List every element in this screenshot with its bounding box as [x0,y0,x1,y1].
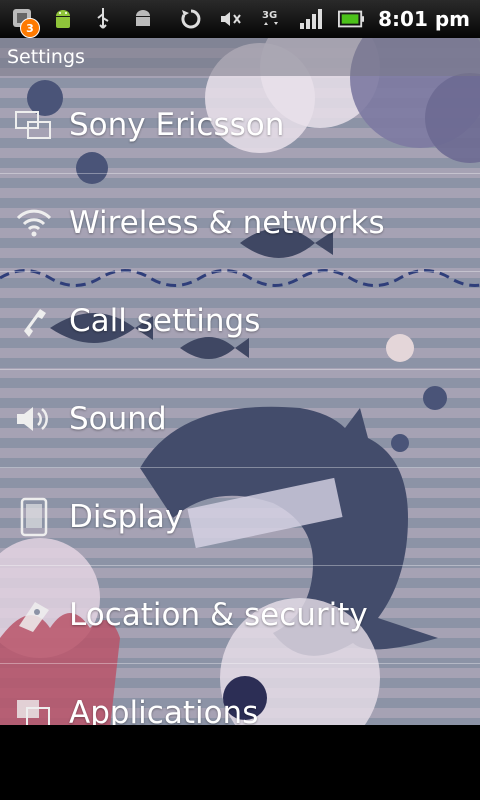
settings-item-applications[interactable]: Applications [0,664,480,725]
phone-icon [14,301,54,341]
status-bar: 3 3G 8:01 pm [0,0,480,38]
settings-item-call-settings[interactable]: Call settings [0,272,480,370]
settings-screen: Settings Sony Ericsson Wireless & networ… [0,38,480,725]
settings-item-location-security[interactable]: Location & security [0,566,480,664]
debug-icon [130,6,156,32]
sony-ericsson-icon [14,105,54,145]
settings-item-display[interactable]: Display [0,468,480,566]
clock: 8:01 pm [378,7,470,31]
android-icon [50,6,76,32]
settings-item-label: Display [69,498,184,535]
bottom-area [0,725,480,800]
settings-item-label: Location & security [69,596,368,633]
applications-icon [14,693,54,725]
settings-item-label: Applications [69,694,259,726]
battery-icon [338,6,365,32]
usb-icon [90,6,116,32]
notification-icon[interactable]: 3 [10,6,40,38]
sync-icon [178,6,204,32]
mute-icon [218,6,244,32]
signal-icon [298,6,324,32]
page-title: Settings [0,38,480,76]
wifi-icon [14,203,54,243]
settings-item-sony-ericsson[interactable]: Sony Ericsson [0,76,480,174]
settings-item-label: Wireless & networks [69,204,385,241]
display-icon [14,497,54,537]
3g-icon: 3G [258,6,284,32]
notification-count-badge: 3 [20,18,40,38]
settings-item-label: Sony Ericsson [69,106,285,143]
settings-list: Sony Ericsson Wireless & networks Call s… [0,76,480,725]
settings-item-sound[interactable]: Sound [0,370,480,468]
settings-item-wireless-networks[interactable]: Wireless & networks [0,174,480,272]
svg-text:3G: 3G [262,10,277,21]
location-icon [14,595,54,635]
settings-item-label: Call settings [69,302,261,339]
speaker-icon [14,399,54,439]
settings-item-label: Sound [69,400,167,437]
